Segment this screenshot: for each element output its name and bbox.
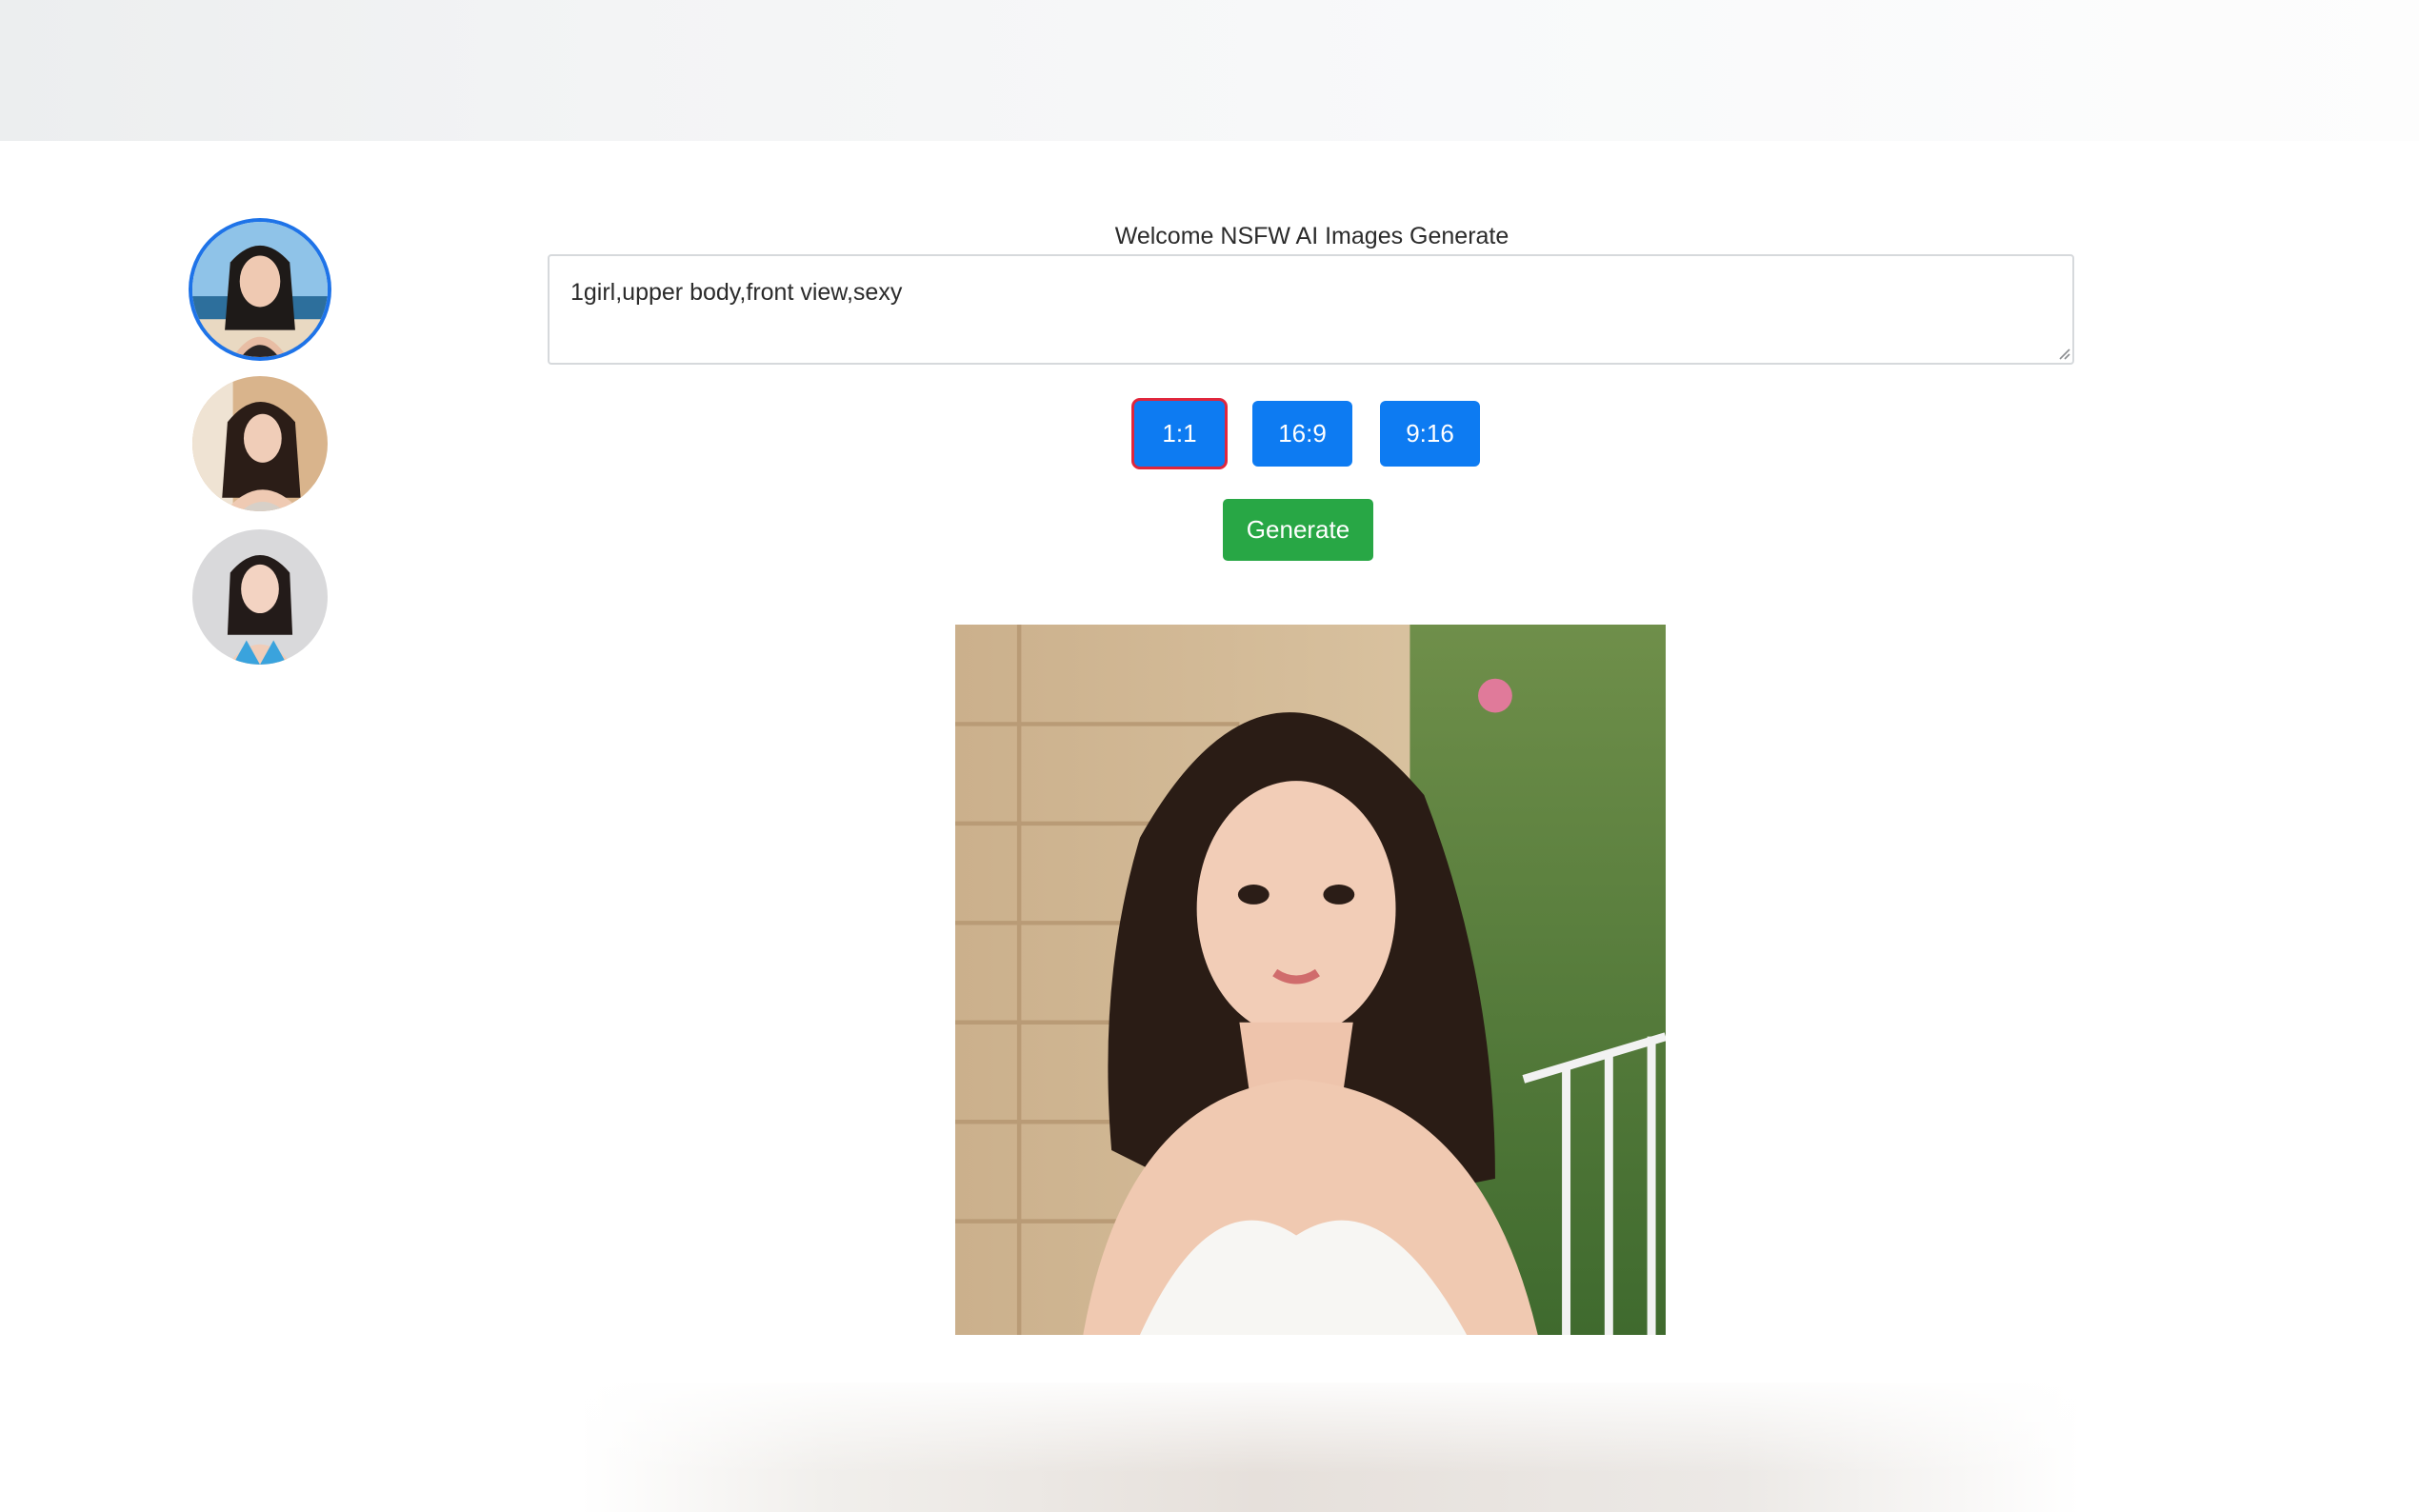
avatar-thumbnail-1[interactable] [192,222,328,357]
top-backdrop [0,0,2419,141]
portrait-image [192,376,328,511]
generate-button[interactable]: Generate [1223,499,1373,561]
avatar-thumbnail-2[interactable] [192,376,328,511]
resize-handle-icon[interactable] [2057,347,2070,360]
prompt-textarea[interactable] [548,254,2074,365]
generated-image [955,625,1666,1335]
ratio-button-9-16[interactable]: 9:16 [1380,401,1480,467]
welcome-heading: Welcome NSFW AI Images Generate [1114,223,1509,249]
ratio-button-16-9[interactable]: 16:9 [1252,401,1352,467]
ratio-button-1-1[interactable]: 1:1 [1134,401,1225,467]
portrait-image [192,222,328,357]
portrait-image [192,529,328,665]
avatar-thumbnail-3[interactable] [192,529,328,665]
bottom-backdrop [0,1383,2419,1512]
